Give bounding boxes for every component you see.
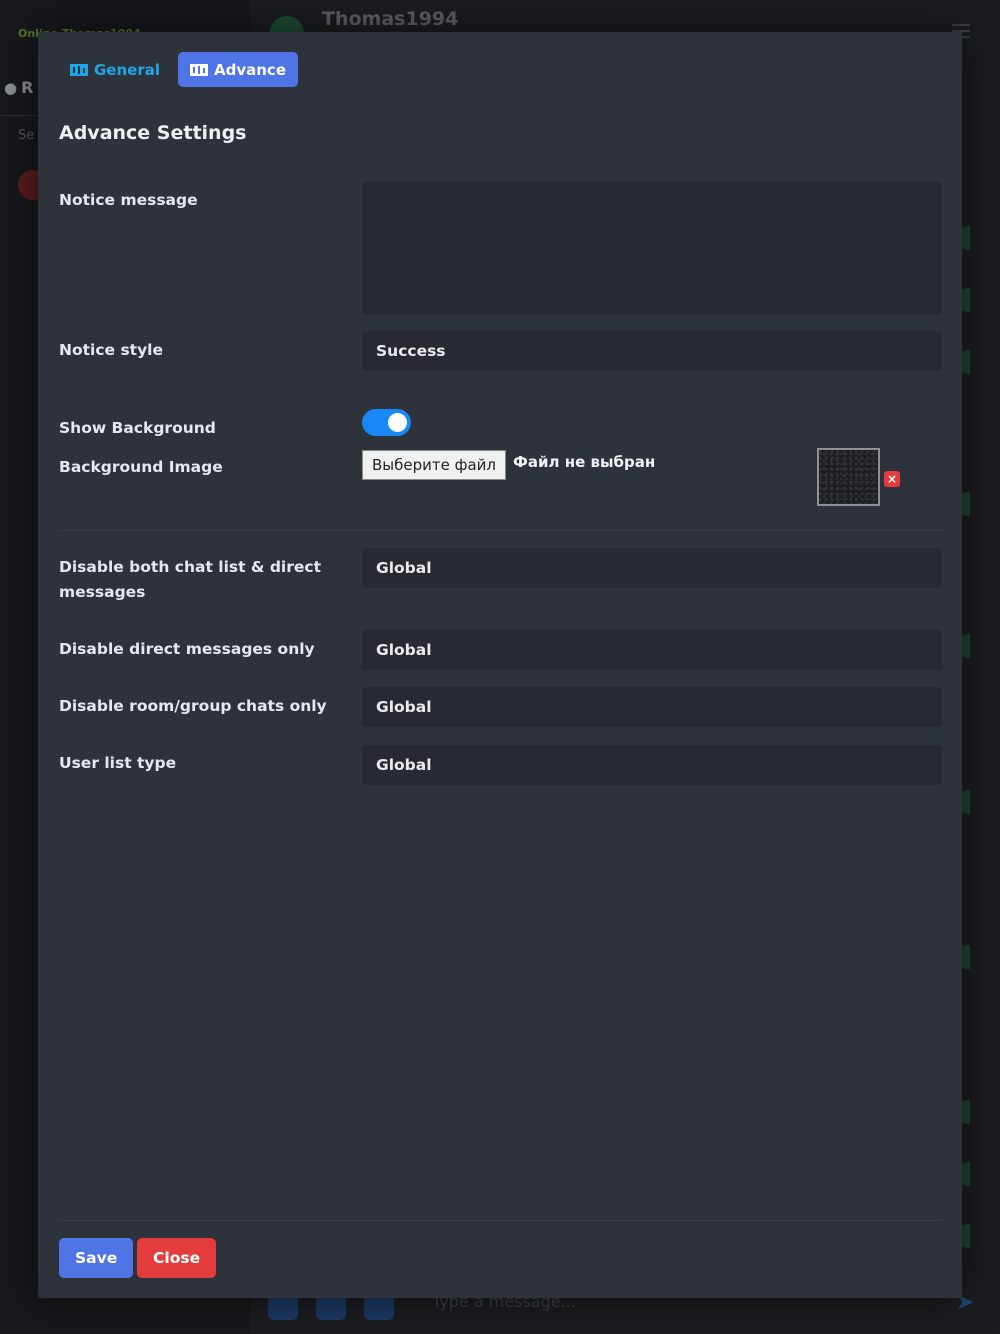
- disable-direct-label: Disable direct messages only: [59, 640, 315, 658]
- background-image-thumbnail: [817, 448, 880, 506]
- chat-icon: ●: [4, 79, 18, 97]
- toggle-knob: [388, 413, 407, 432]
- advance-settings-modal: General Advance Advance Settings Notice …: [38, 32, 962, 1298]
- notice-style-select[interactable]: Success: [362, 331, 942, 371]
- show-background-toggle[interactable]: [362, 409, 411, 436]
- background-image-label: Background Image: [59, 458, 223, 476]
- user-list-type-label: User list type: [59, 754, 177, 772]
- disable-rooms-label: Disable room/group chats only: [59, 697, 327, 715]
- background-search: Se: [18, 128, 35, 143]
- footer-divider: [59, 1220, 942, 1221]
- file-status-text: Файл не выбран: [513, 453, 656, 471]
- tab-advance-label: Advance: [214, 60, 286, 79]
- disable-rooms-select[interactable]: Global: [362, 687, 942, 727]
- settings-board-icon: [190, 63, 208, 76]
- close-button[interactable]: Close: [137, 1238, 217, 1278]
- notice-message-textarea[interactable]: [362, 182, 942, 315]
- user-list-type-select[interactable]: Global: [362, 745, 942, 785]
- disable-both-label: Disable both chat list & direct messages: [59, 558, 321, 601]
- tab-general[interactable]: General: [58, 52, 172, 87]
- tab-general-label: General: [94, 60, 160, 79]
- background-chat-title: Thomas1994: [322, 8, 459, 30]
- tab-advance[interactable]: Advance: [178, 52, 298, 87]
- notice-style-label: Notice style: [59, 341, 164, 359]
- background-sidebar-tab: ● R: [4, 78, 34, 97]
- show-background-label: Show Background: [59, 419, 216, 437]
- disable-both-select[interactable]: Global: [362, 548, 942, 588]
- settings-board-icon: [70, 63, 88, 76]
- section-divider: [59, 530, 942, 531]
- choose-file-button[interactable]: Выберите файл: [362, 450, 506, 480]
- remove-image-icon[interactable]: ×: [884, 471, 900, 487]
- save-button[interactable]: Save: [59, 1238, 134, 1278]
- section-title: Advance Settings: [59, 122, 247, 144]
- notice-message-label: Notice message: [59, 191, 198, 209]
- settings-tabs: General Advance: [58, 52, 298, 87]
- disable-direct-select[interactable]: Global: [362, 630, 942, 670]
